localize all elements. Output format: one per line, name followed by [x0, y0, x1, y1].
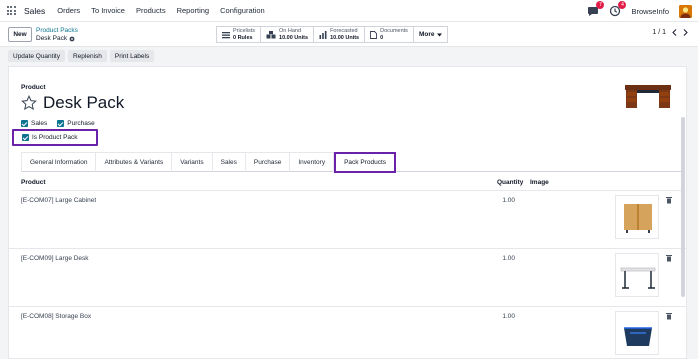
chart-icon — [319, 30, 327, 39]
tab-purchase[interactable]: Purchase — [244, 152, 291, 172]
breadcrumb-product-packs[interactable]: Product Packs — [36, 27, 78, 34]
company-switcher[interactable]: BrowseInfo — [631, 7, 669, 16]
checkbox-checked-icon — [57, 120, 65, 127]
row-product[interactable]: [E-COM07] Large Cabinet — [21, 197, 96, 204]
table-row[interactable]: [E-COM09] Large Desk 1.00 — [9, 249, 686, 307]
top-navbar: Sales Orders To Invoice Products Reporti… — [0, 0, 698, 22]
purchase-check-label: Purchase — [67, 120, 95, 127]
checkbox-checked-icon — [21, 120, 28, 127]
is-product-pack-checkbox[interactable]: Is Product Pack — [22, 134, 78, 141]
form-sheet: Product Desk Pack Sales Purchase Is Prod… — [8, 66, 687, 359]
storage-box-image[interactable] — [615, 311, 659, 355]
pager-value[interactable]: 1 / 1 — [652, 29, 666, 36]
product-name[interactable]: Desk Pack — [43, 93, 124, 113]
more-dropdown[interactable]: More — [413, 26, 449, 43]
smart-buttons: Pricelists 0 Rules On Hand 10.00 Units For… — [216, 26, 449, 43]
document-icon — [370, 30, 378, 39]
column-header-product[interactable]: Product — [21, 179, 46, 186]
smart-value: 10.00 Units — [330, 34, 360, 41]
cubes-icon — [266, 30, 276, 38]
smart-value: 0 — [380, 34, 384, 41]
chat-badge: 7 — [596, 1, 605, 9]
title-row: Desk Pack — [21, 93, 124, 113]
can-be-checks: Sales Purchase — [21, 120, 95, 127]
breadcrumb-current: Desk Pack — [36, 35, 75, 42]
user-avatar[interactable] — [679, 4, 692, 18]
tab-pack-products[interactable]: Pack Products — [334, 152, 397, 173]
row-quantity[interactable]: 1.00 — [487, 313, 515, 320]
list-icon — [222, 31, 230, 38]
purchase-checkbox[interactable]: Purchase — [57, 120, 95, 127]
tab-inventory[interactable]: Inventory — [289, 152, 335, 172]
sales-check-label: Sales — [31, 120, 48, 127]
row-quantity[interactable]: 1.00 — [487, 255, 515, 262]
caret-down-icon — [437, 33, 443, 36]
tab-general-information[interactable]: General Information — [21, 152, 97, 172]
tab-sales[interactable]: Sales — [211, 152, 246, 172]
checkbox-checked-icon — [22, 134, 29, 141]
chevron-right-icon[interactable] — [683, 29, 688, 36]
menu-products[interactable]: Products — [136, 6, 166, 15]
more-label: More — [418, 31, 435, 38]
pager: 1 / 1 — [652, 29, 688, 36]
replenish-button[interactable]: Replenish — [67, 50, 107, 62]
app-grid-icon[interactable] — [0, 0, 22, 22]
column-header-quantity[interactable]: Quantity — [497, 179, 523, 186]
is-product-pack-label: Is Product Pack — [32, 134, 78, 141]
chevron-left-icon[interactable] — [672, 29, 677, 36]
form-action-buttons: Update Quantity Replenish Print Labels — [8, 50, 155, 62]
sales-checkbox[interactable]: Sales — [21, 120, 47, 127]
on-hand-smart-button[interactable]: On Hand 10.00 Units — [261, 26, 315, 43]
pack-list-header: Product Quantity Image — [21, 175, 683, 191]
activity-clock-icon[interactable]: 4 — [609, 1, 627, 17]
tab-attributes-variants[interactable]: Attributes & Variants — [95, 152, 173, 172]
notebook-tabs: General Information Attributes & Variant… — [21, 152, 681, 173]
star-icon[interactable] — [21, 95, 37, 111]
column-header-image[interactable]: Image — [530, 179, 549, 186]
table-row[interactable]: [E-COM07] Large Cabinet 1.00 — [9, 191, 686, 249]
row-product[interactable]: [E-COM09] Large Desk — [21, 255, 89, 262]
new-button[interactable]: New — [8, 27, 32, 42]
row-quantity[interactable]: 1.00 — [487, 197, 515, 204]
trash-icon[interactable] — [665, 254, 673, 262]
row-product[interactable]: [E-COM08] Storage Box — [21, 313, 91, 320]
desk-image[interactable] — [615, 253, 659, 297]
app-name[interactable]: Sales — [24, 6, 45, 16]
menu-to-invoice[interactable]: To Invoice — [91, 6, 125, 15]
forecasted-smart-button[interactable]: Forecasted 10.00 Units — [314, 26, 366, 43]
product-field-label: Product — [21, 84, 46, 91]
gear-icon[interactable] — [69, 36, 75, 42]
trash-icon[interactable] — [665, 312, 673, 320]
is-product-pack-highlight: Is Product Pack — [12, 129, 98, 146]
menu-configuration[interactable]: Configuration — [220, 6, 265, 15]
cabinet-image[interactable] — [615, 195, 659, 239]
tab-variants[interactable]: Variants — [171, 152, 213, 172]
table-row[interactable]: [E-COM08] Storage Box 1.00 — [9, 307, 686, 359]
print-labels-button[interactable]: Print Labels — [109, 50, 155, 62]
documents-smart-button[interactable]: Documents 0 — [365, 26, 414, 43]
trash-icon[interactable] — [665, 196, 673, 204]
product-image-desk[interactable] — [623, 77, 673, 115]
update-quantity-button[interactable]: Update Quantity — [8, 50, 65, 62]
smart-value: 0 Rules — [233, 34, 253, 41]
activity-badge: 4 — [618, 1, 627, 9]
menu-reporting[interactable]: Reporting — [177, 6, 210, 15]
menu-orders[interactable]: Orders — [57, 6, 80, 15]
record-name: Desk Pack — [36, 35, 68, 42]
vertical-scrollbar[interactable] — [681, 117, 685, 297]
pricelists-smart-button[interactable]: Pricelists 0 Rules — [216, 26, 262, 43]
chat-icon[interactable]: 7 — [587, 1, 605, 17]
smart-value: 10.00 Units — [279, 34, 309, 41]
control-panel: New Product Packs Desk Pack Pricelists 0 … — [0, 22, 698, 47]
